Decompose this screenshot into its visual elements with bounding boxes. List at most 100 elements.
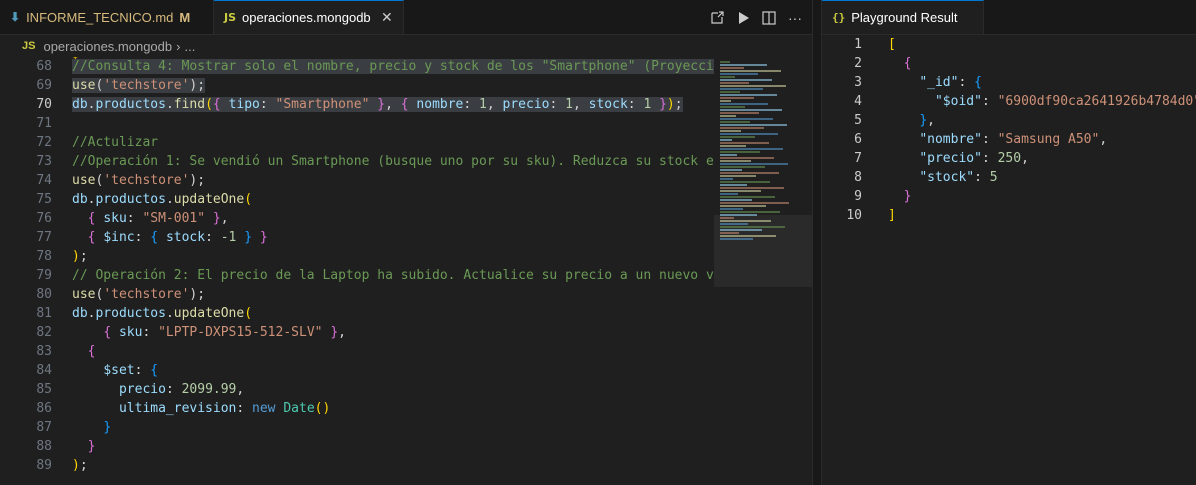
json-token: } <box>919 113 928 128</box>
code-line[interactable]: 82 { sku: "LPTP-DXPS15-512-SLV" }, <box>0 323 714 342</box>
code-token: : <box>236 401 253 416</box>
code-text: ); <box>52 456 88 475</box>
code-token: { <box>150 230 159 245</box>
code-line[interactable]: 87 } <box>0 418 714 437</box>
code-token: : <box>259 97 276 112</box>
code-line[interactable]: 69 use('techstore'); <box>0 76 714 95</box>
code-text: { $inc: { stock: -1 } } <box>52 228 268 247</box>
code-token: ) <box>666 97 675 112</box>
code-line[interactable]: 71 <box>0 114 714 133</box>
code-line[interactable]: 76 { sku: "SM-001" }, <box>0 209 714 228</box>
code-line[interactable]: 81 db.productos.updateOne( <box>0 304 714 323</box>
result-line[interactable]: 6 "nombre": "Samsung A50", <box>822 130 1196 149</box>
result-text: }, <box>862 111 935 130</box>
line-number: 80 <box>36 287 52 302</box>
minimap-line <box>720 79 772 81</box>
result-text: "precio": 250, <box>862 149 1029 168</box>
result-editor[interactable]: 1[2 {3 "_id": {4 "$oid": "6900df90ca2641… <box>822 35 1196 485</box>
minimap[interactable] <box>714 57 812 485</box>
code-line[interactable]: 85 precio: 2099.99, <box>0 380 714 399</box>
json-icon: {} <box>832 11 846 24</box>
json-token: : <box>981 151 998 166</box>
minimap-line <box>720 193 738 195</box>
open-changes-icon[interactable] <box>706 7 728 29</box>
code-text: //Operación 1: Se vendió un Smartphone (… <box>52 152 714 171</box>
line-number: 71 <box>36 116 52 131</box>
line-number: 77 <box>36 230 52 245</box>
result-line[interactable]: 1[ <box>822 35 1196 54</box>
result-line[interactable]: 5 }, <box>822 111 1196 130</box>
result-line[interactable]: 9 } <box>822 187 1196 206</box>
code-token: } <box>87 439 96 454</box>
lightbulb-icon[interactable]: ✦ <box>72 57 79 66</box>
code-token: -1 <box>220 230 237 245</box>
code-token: } <box>244 230 253 245</box>
result-line[interactable]: 10] <box>822 206 1196 225</box>
code-line[interactable]: 70 db.productos.find({ tipo: "Smartphone"… <box>0 95 714 114</box>
line-number: 79 <box>36 268 52 283</box>
code-line[interactable]: 79 // Operación 2: El precio de la Laptop… <box>0 266 714 285</box>
code-line[interactable]: 75 db.productos.updateOne( <box>0 190 714 209</box>
code-token: } <box>330 325 339 340</box>
minimap-line <box>720 175 756 177</box>
code-token: ); <box>189 173 206 188</box>
code-line[interactable]: 89); <box>0 456 714 475</box>
code-line[interactable]: 84 $set: { <box>0 361 714 380</box>
code-line[interactable]: 72 //Actulizar <box>0 133 714 152</box>
code-line[interactable]: 80 use('techstore'); <box>0 285 714 304</box>
code-text: { sku: "SM-001" }, <box>52 209 229 228</box>
tab-operaciones-mongodb[interactable]: JS operaciones.mongodb ✕ <box>214 0 404 34</box>
breadcrumb-file[interactable]: operaciones.mongodb <box>43 39 172 54</box>
pane-divider[interactable] <box>812 0 822 485</box>
code-token: { <box>103 325 112 340</box>
line-number: 81 <box>36 306 52 321</box>
code-line[interactable]: 74 use('techstore'); <box>0 171 714 190</box>
line-number: 6 <box>854 132 862 147</box>
line-number: 74 <box>36 173 52 188</box>
code-line[interactable]: 86 ultima_revision: new Date() <box>0 399 714 418</box>
result-line[interactable]: 8 "stock": 5 <box>822 168 1196 187</box>
tab-playground-result[interactable]: {} Playground Result <box>822 0 984 34</box>
json-token: "$oid" <box>934 94 982 109</box>
minimap-line <box>720 205 766 207</box>
close-icon[interactable]: ✕ <box>381 9 393 26</box>
breadcrumb-more[interactable]: ... <box>184 39 195 54</box>
more-actions-icon[interactable]: ··· <box>784 7 806 29</box>
result-line[interactable]: 3 "_id": { <box>822 73 1196 92</box>
tab-informe-tecnico[interactable]: ⬇ INFORME_TECNICO.md M <box>0 0 214 34</box>
line-number: 3 <box>854 75 862 90</box>
code-text: use('techstore'); <box>52 171 205 190</box>
code-text: { sku: "LPTP-DXPS15-512-SLV" }, <box>52 323 346 342</box>
code-token: } <box>377 97 386 112</box>
line-number: 2 <box>854 56 862 71</box>
split-editor-icon[interactable] <box>758 7 780 29</box>
minimap-line <box>720 148 783 150</box>
code-text: db.productos.updateOne( <box>52 190 252 209</box>
json-token: "_id" <box>919 75 959 90</box>
tab-label: operaciones.mongodb <box>242 10 371 25</box>
code-line[interactable]: 77 { $inc: { stock: -1 } } <box>0 228 714 247</box>
result-line[interactable]: 7 "precio": 250, <box>822 149 1196 168</box>
code-line[interactable]: 73 //Operación 1: Se vendió un Smartphone… <box>0 152 714 171</box>
code-line[interactable]: 68 //Consulta 4: Mostrar solo el nombre, … <box>0 57 714 76</box>
code-line[interactable]: 88 } <box>0 437 714 456</box>
code-line[interactable]: 83 { <box>0 342 714 361</box>
code-token: find <box>173 97 206 112</box>
code-token: updateOne <box>173 306 245 321</box>
run-play-icon[interactable] <box>732 7 754 29</box>
line-number: 73 <box>36 154 52 169</box>
minimap-line <box>720 151 760 153</box>
minimap-line <box>720 103 768 105</box>
code-editor[interactable]: 68 //Consulta 4: Mostrar solo el nombre, … <box>0 57 714 485</box>
minimap-line <box>720 64 767 66</box>
result-line[interactable]: 2 { <box>822 54 1196 73</box>
code-token: : <box>205 230 221 245</box>
minimap-line <box>720 76 735 78</box>
code-text: db.productos.updateOne( <box>52 304 252 323</box>
code-line[interactable]: 78); <box>0 247 714 266</box>
result-line[interactable]: 4 "$oid": "6900df90ca2641926b4784d0" <box>822 92 1196 111</box>
